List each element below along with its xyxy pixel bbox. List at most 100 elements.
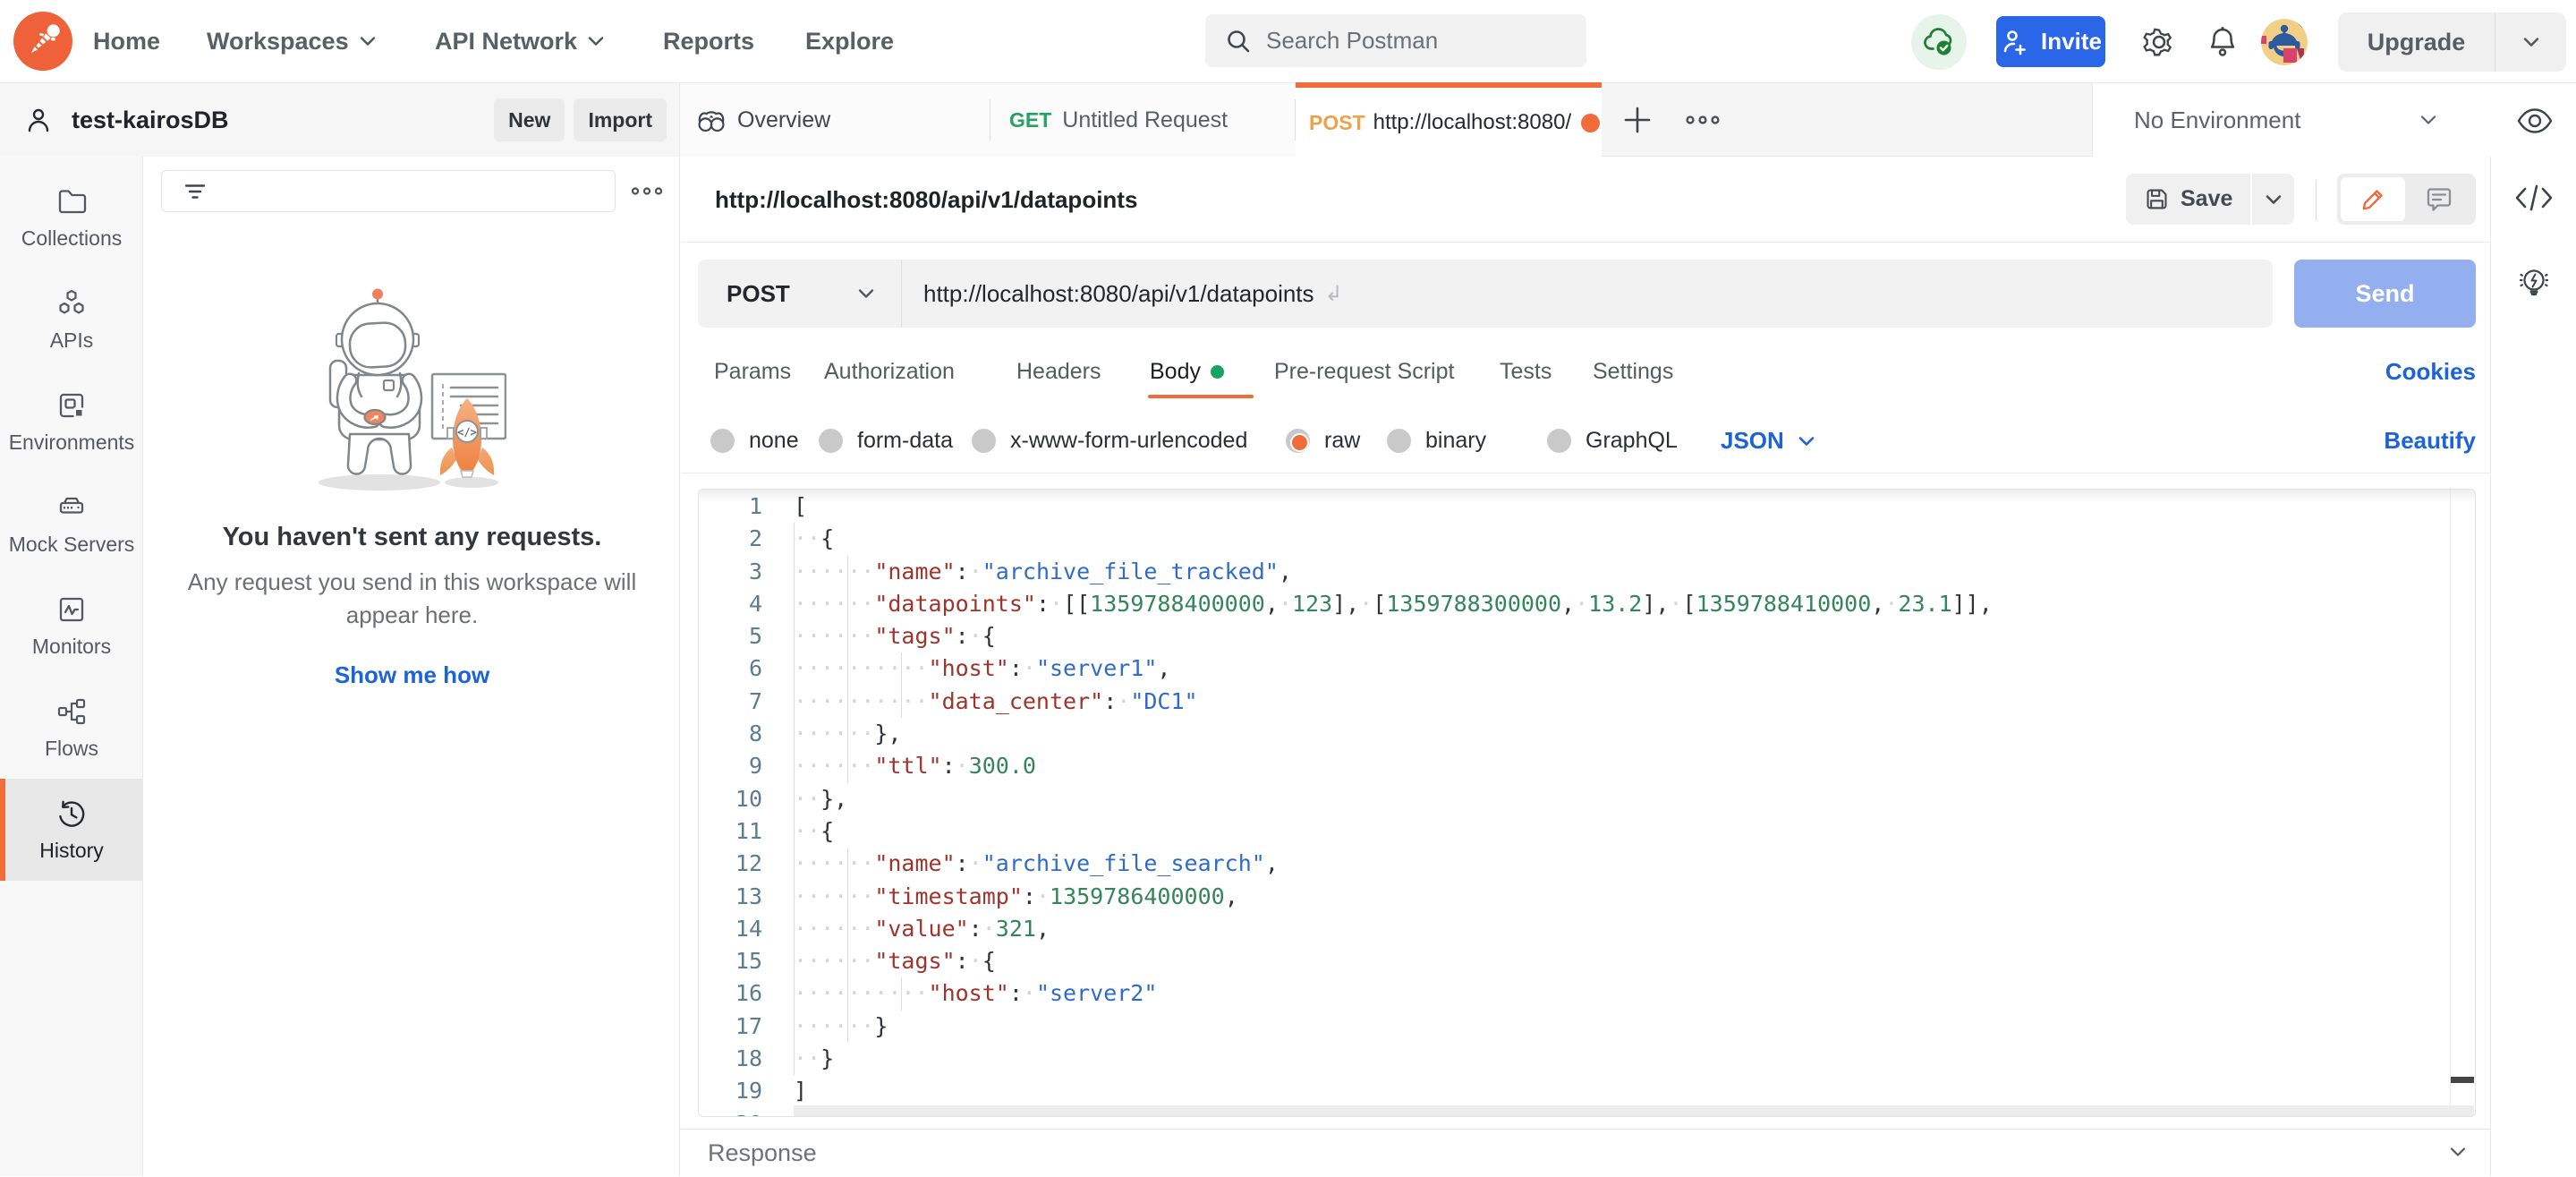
chevron-down-icon — [2521, 32, 2541, 52]
sidebar-item-collections[interactable]: Collections — [0, 166, 143, 269]
code-icon — [2514, 183, 2554, 213]
workspace-name[interactable]: test-kairosDB — [72, 107, 229, 134]
history-icon — [55, 797, 88, 830]
sidebar-item-apis[interactable]: APIs — [0, 269, 143, 371]
tab-overview[interactable]: Overview — [680, 83, 990, 157]
postman-logo[interactable] — [13, 12, 72, 71]
save-icon — [2144, 186, 2170, 212]
code-line[interactable]: 6··········"host":·"server1", — [699, 652, 2475, 685]
chevron-down-icon — [2264, 190, 2283, 209]
notifications-button[interactable] — [2204, 0, 2241, 83]
cookies-link[interactable]: Cookies — [2385, 346, 2476, 408]
code-line[interactable]: 12······"name":·"archive_file_search", — [699, 848, 2475, 880]
mode-form-data[interactable]: form-data — [819, 408, 953, 473]
code-line[interactable]: 17······} — [699, 1011, 2475, 1043]
scrollbar-thumb[interactable] — [2451, 1077, 2474, 1083]
environment-selector[interactable]: No Environment — [2111, 83, 2451, 157]
avatar[interactable] — [2261, 19, 2308, 65]
empty-state-title: You haven't sent any requests. — [144, 523, 680, 552]
url-input[interactable]: http://localhost:8080/api/v1/datapoints — [902, 280, 1314, 308]
save-button[interactable]: Save — [2126, 174, 2294, 225]
nav-explore[interactable]: Explore — [805, 0, 894, 82]
code-line[interactable]: 11··{ — [699, 815, 2475, 848]
new-button[interactable]: New — [494, 98, 565, 141]
send-button[interactable]: Send — [2294, 260, 2476, 328]
history-options-button[interactable] — [622, 170, 672, 212]
binoculars-icon — [696, 105, 727, 135]
code-line[interactable]: 7··········"data_center":·"DC1" — [699, 686, 2475, 718]
code-line[interactable]: 19] — [699, 1075, 2475, 1107]
search-input[interactable]: Search Postman — [1205, 14, 1586, 67]
editor-vscrollbar[interactable] — [2450, 490, 2475, 1116]
code-line[interactable]: 2··{ — [699, 523, 2475, 555]
sidebar-item-environments[interactable]: Environments — [0, 371, 143, 473]
sidebar-item-history[interactable]: History — [0, 779, 143, 881]
code-line[interactable]: 10··}, — [699, 783, 2475, 815]
tab-params[interactable]: Params — [714, 346, 791, 408]
sync-status-button[interactable] — [1911, 14, 1967, 70]
upgrade-button[interactable]: Upgrade — [2338, 13, 2566, 72]
mode-raw[interactable]: raw — [1286, 408, 1360, 473]
save-label: Save — [2181, 186, 2232, 212]
tab-body[interactable]: Body — [1150, 346, 1224, 408]
environment-value: No Environment — [2134, 107, 2300, 134]
mode-none[interactable]: none — [710, 408, 799, 473]
new-tab-button[interactable] — [1611, 83, 1664, 157]
mode-x-www-form-urlencoded[interactable]: x-www-form-urlencoded — [972, 408, 1247, 473]
nav-api-network[interactable]: API Network — [435, 0, 606, 82]
invite-button[interactable]: Invite — [1996, 16, 2105, 67]
history-filter-input[interactable] — [161, 170, 616, 212]
mode-graphql[interactable]: GraphQL — [1547, 408, 1678, 473]
nav-home[interactable]: Home — [93, 0, 160, 82]
code-line[interactable]: 8······}, — [699, 718, 2475, 750]
code-line[interactable]: 13······"timestamp":·1359786400000, — [699, 881, 2475, 913]
sidebar-item-mock-servers[interactable]: Mock Servers — [0, 473, 143, 575]
tab-settings[interactable]: Settings — [1593, 346, 1673, 408]
code-line[interactable]: 15······"tags":·{ — [699, 945, 2475, 977]
sidebar-item-monitors[interactable]: Monitors — [0, 575, 143, 677]
tab-post-request-active[interactable]: POST http://localhost:8080/ — [1296, 82, 1602, 158]
show-me-how-link[interactable]: Show me how — [144, 661, 680, 689]
code-snippet-button[interactable] — [2491, 171, 2576, 225]
environment-quick-look-button[interactable] — [2510, 96, 2560, 146]
save-menu-button[interactable] — [2252, 174, 2294, 225]
method-selector[interactable]: POST — [698, 280, 901, 308]
tab-authorization[interactable]: Authorization — [824, 346, 955, 408]
editor-hscrollbar[interactable] — [794, 1105, 2474, 1116]
nav-reports[interactable]: Reports — [663, 0, 754, 82]
return-hint: ↲ — [1314, 281, 1343, 307]
more-dots-icon — [1685, 115, 1721, 125]
tab-overview-label: Overview — [737, 107, 830, 133]
bootcamp-button[interactable] — [2491, 256, 2576, 310]
beautify-link[interactable]: Beautify — [2384, 408, 2476, 473]
code-line[interactable]: 18··} — [699, 1043, 2475, 1075]
import-button[interactable]: Import — [574, 98, 667, 141]
code-line[interactable]: 16··········"host":·"server2" — [699, 977, 2475, 1010]
code-editor[interactable]: 1[2··{3······"name":·"archive_file_track… — [698, 489, 2476, 1117]
nav-workspaces[interactable]: Workspaces — [207, 0, 378, 82]
upgrade-menu-button[interactable] — [2495, 32, 2566, 52]
radio-icon — [1387, 429, 1411, 453]
comments-button[interactable] — [2405, 185, 2472, 214]
sidebar-item-flows[interactable]: Flows — [0, 677, 143, 779]
tab-pre-request-script[interactable]: Pre-request Script — [1274, 346, 1454, 408]
chevron-down-icon — [2448, 1142, 2468, 1162]
code-line[interactable]: 1[ — [699, 490, 2475, 523]
tab-post-label: http://localhost:8080/ — [1373, 110, 1571, 135]
raw-language-selector[interactable]: JSON — [1721, 408, 1816, 473]
settings-button[interactable] — [2140, 0, 2178, 83]
tab-tests[interactable]: Tests — [1500, 346, 1552, 408]
tab-strip: test-kairosDB New Import Overview GET Un… — [0, 83, 2576, 157]
upgrade-label: Upgrade — [2338, 29, 2495, 56]
response-expand-button[interactable] — [2448, 1142, 2468, 1162]
rename-button[interactable] — [2341, 177, 2405, 221]
mode-binary[interactable]: binary — [1387, 408, 1486, 473]
code-line[interactable]: 4······"datapoints":·[[1359788400000,·12… — [699, 588, 2475, 620]
code-line[interactable]: 5······"tags":·{ — [699, 620, 2475, 652]
tab-untitled-request[interactable]: GET Untitled Request — [990, 83, 1296, 157]
tab-options-button[interactable] — [1676, 83, 1730, 157]
tab-headers[interactable]: Headers — [1016, 346, 1101, 408]
code-line[interactable]: 14······"value":·321, — [699, 913, 2475, 945]
code-line[interactable]: 9······"ttl":·300.0 — [699, 750, 2475, 782]
code-line[interactable]: 3······"name":·"archive_file_tracked", — [699, 556, 2475, 588]
